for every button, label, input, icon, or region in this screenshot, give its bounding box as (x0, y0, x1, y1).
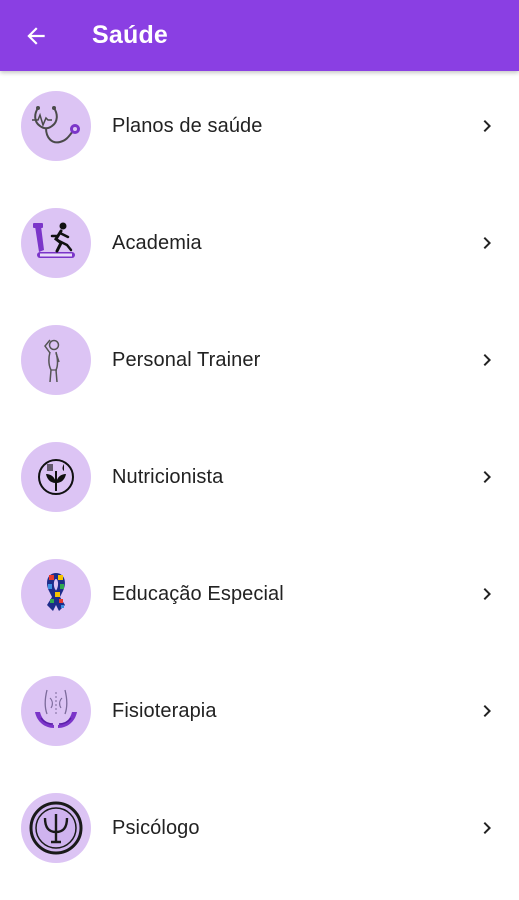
avatar (21, 442, 91, 512)
list-item-educacao-especial[interactable]: Educação Especial (0, 539, 519, 656)
item-label: Planos de saúde (112, 115, 263, 137)
page-title: Saúde (92, 21, 169, 49)
back-button[interactable] (14, 14, 58, 58)
list-item-nutricionista[interactable]: Nutricionista (0, 422, 519, 539)
app-bar: Saúde (0, 0, 519, 71)
treadmill-icon (33, 222, 75, 258)
fork-knife-leaf-icon (38, 459, 74, 495)
avatar (21, 559, 91, 629)
avatar (21, 208, 91, 278)
psi-icon (29, 801, 83, 855)
avatar (21, 793, 91, 863)
avatar (21, 676, 91, 746)
chevron-right-icon (474, 581, 500, 607)
list-item-fisioterapia[interactable]: Fisioterapia (0, 656, 519, 773)
list-item-planos-de-saude[interactable]: Planos de saúde (0, 71, 519, 188)
stethoscope-icon (32, 106, 80, 144)
item-label: Nutricionista (112, 466, 224, 488)
list-item-academia[interactable]: Academia (0, 188, 519, 305)
avatar (21, 91, 91, 161)
avatar (21, 325, 91, 395)
chevron-right-icon (474, 464, 500, 490)
chevron-right-icon (474, 113, 500, 139)
chevron-right-icon (474, 347, 500, 373)
item-label: Psicólogo (112, 817, 200, 839)
chevron-right-icon (474, 230, 500, 256)
person-stretching-icon (44, 339, 60, 383)
item-label: Educação Especial (112, 583, 284, 605)
list-item-psicologo[interactable]: Psicólogo (0, 773, 519, 890)
chevron-right-icon (474, 815, 500, 841)
list-item-personal-trainer[interactable]: Personal Trainer (0, 305, 519, 422)
arrow-left-icon (27, 27, 45, 45)
item-label: Academia (112, 232, 202, 254)
puzzle-ribbon-icon (47, 573, 65, 611)
item-label: Fisioterapia (112, 700, 217, 722)
item-label: Personal Trainer (112, 349, 261, 371)
chevron-right-icon (474, 698, 500, 724)
back-hands-icon (35, 689, 77, 728)
